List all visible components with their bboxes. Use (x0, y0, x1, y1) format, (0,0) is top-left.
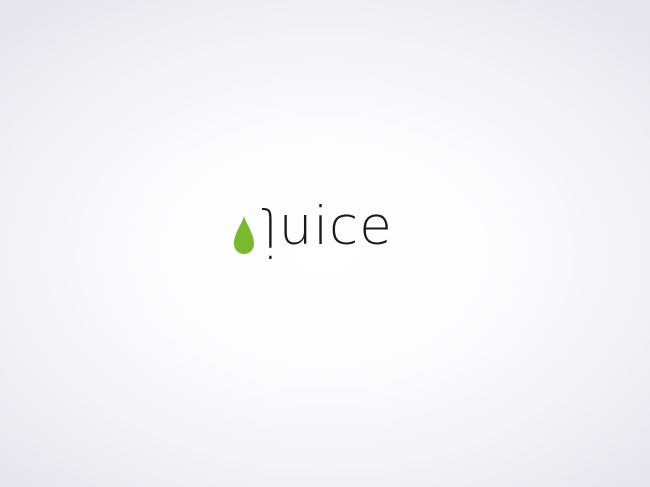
logo-first-letter: j (263, 206, 279, 267)
drop-icon (234, 216, 254, 254)
juice-logo: juice (231, 200, 421, 280)
logo-wordmark: juice (263, 200, 393, 267)
logo-rest: uice (278, 196, 393, 257)
splash-screen: juice (0, 0, 650, 487)
